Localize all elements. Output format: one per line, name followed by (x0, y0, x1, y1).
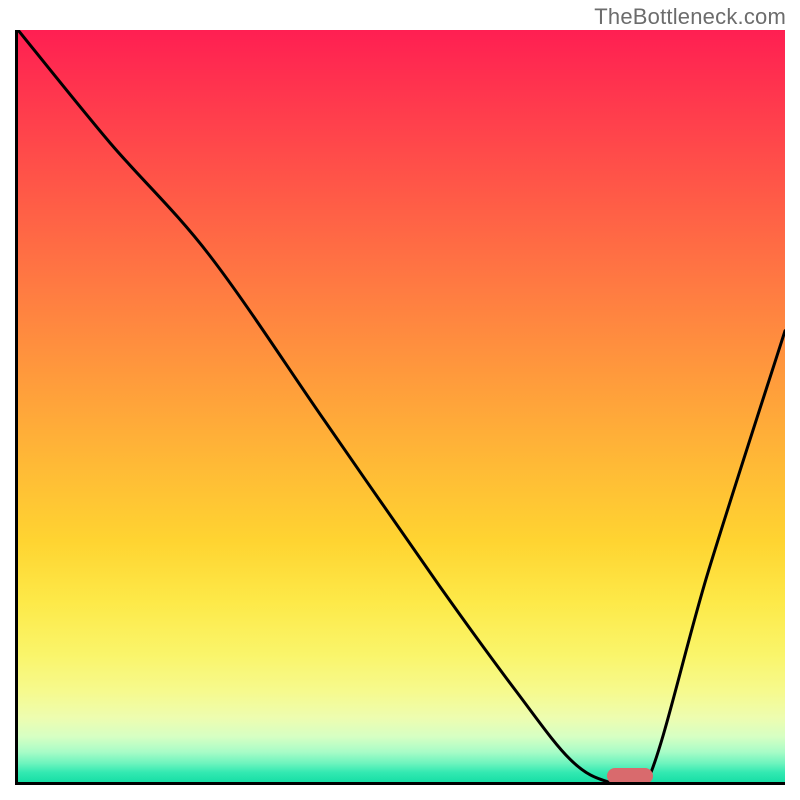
chart-plot-area (15, 30, 785, 785)
bottleneck-curve (18, 30, 785, 782)
watermark-label: TheBottleneck.com (594, 4, 786, 30)
optimal-point-marker (607, 768, 653, 784)
